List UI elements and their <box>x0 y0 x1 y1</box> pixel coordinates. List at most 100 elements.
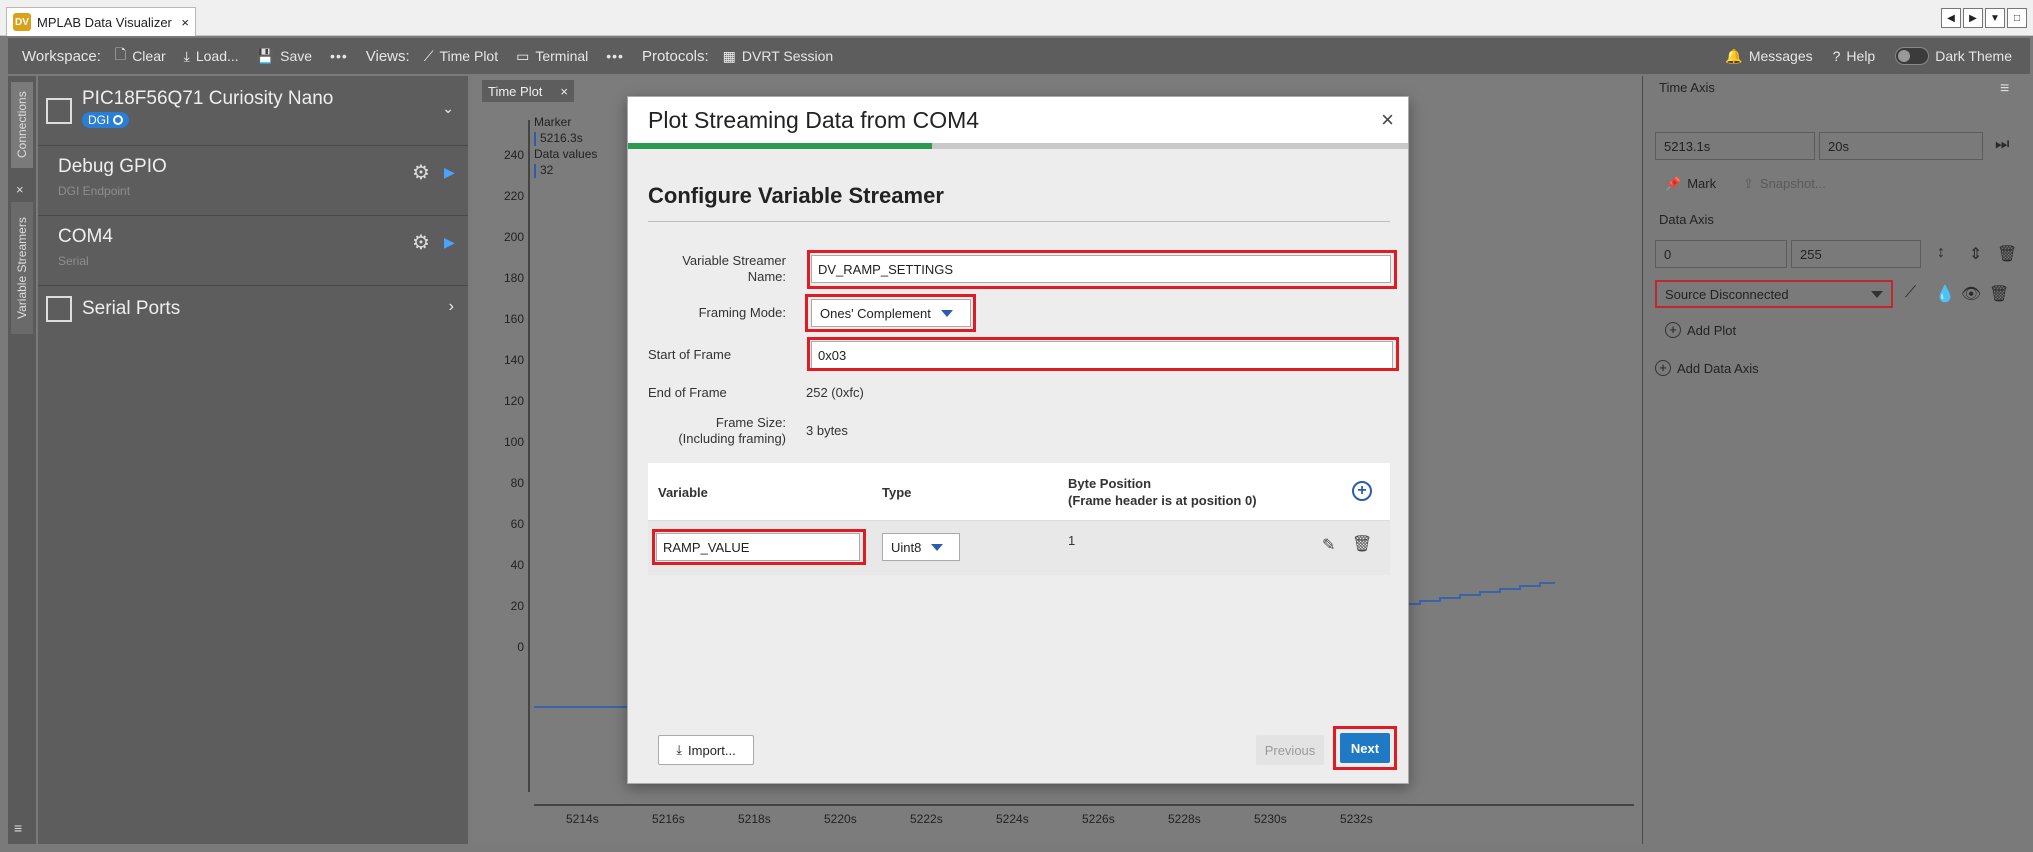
hamburger-menu-icon[interactable]: ≡ <box>2000 80 2009 98</box>
time-plot-tab-close-icon[interactable]: × <box>560 84 568 99</box>
gear-icon[interactable]: ⚙ <box>412 230 430 255</box>
delete-icon[interactable]: 🗑 <box>1997 244 2017 264</box>
data-max-input[interactable]: 255 <box>1791 240 1921 268</box>
delete-icon[interactable]: 🗑 <box>1989 284 2009 304</box>
dvrt-session-button[interactable]: ▦ DVRT Session <box>723 48 834 65</box>
dgi-toggle[interactable]: DGI <box>82 112 130 128</box>
connections-panel: PIC18F56Q71 Curiosity Nano DGI ⌄ Debug G… <box>38 76 468 844</box>
load-icon: ⤓ <box>183 47 190 64</box>
y-axis <box>528 120 530 792</box>
maximize-icon[interactable]: □ <box>2007 8 2027 28</box>
document-icon: 🗋 <box>114 46 127 62</box>
dark-theme-switch[interactable] <box>1895 47 1930 65</box>
help-button[interactable]: ? Help <box>1833 48 1876 64</box>
workspace-more-button[interactable]: ••• <box>330 48 348 64</box>
type-value: Uint8 <box>891 539 922 555</box>
dark-theme-toggle[interactable]: Dark Theme <box>1895 47 2012 65</box>
save-button[interactable]: 💾 Save <box>257 48 312 65</box>
play-icon[interactable]: ▶ <box>444 164 455 181</box>
table-icon: ▦ <box>722 47 736 64</box>
views-more-button[interactable]: ••• <box>606 48 624 64</box>
debug-gpio-title: Debug GPIO <box>58 156 167 177</box>
data-min-input[interactable]: 0 <box>1655 240 1787 268</box>
time-start-input[interactable]: 5213.1s <box>1655 132 1815 160</box>
import-button[interactable]: ⤓ Import... <box>658 735 754 765</box>
y-tick-label: 240 <box>503 148 524 162</box>
y-tick-label: 0 <box>517 640 524 654</box>
time-plot-tab[interactable]: Time Plot × <box>482 80 574 102</box>
device-connection[interactable]: PIC18F56Q71 Curiosity Nano DGI ⌄ <box>38 76 468 146</box>
source-select[interactable]: Source Disconnected <box>1655 280 1893 308</box>
chevron-down-icon[interactable]: ⌄ <box>442 100 454 117</box>
menu-icon[interactable]: ≡ <box>14 820 22 836</box>
app-tab-close-icon[interactable]: × <box>181 15 189 30</box>
snapshot-button[interactable]: ⇪ Snapshot... <box>1743 176 1826 192</box>
streamer-name-label: Variable Streamer Name: <box>682 253 786 284</box>
autoscale-icon[interactable]: ↕ <box>1937 244 1945 262</box>
column-type: Type <box>882 485 912 500</box>
close-variable-streamers-icon[interactable]: × <box>16 182 24 197</box>
type-select[interactable]: Uint8 <box>882 533 960 561</box>
trash-icon[interactable]: 🗑 <box>1352 534 1372 554</box>
scroll-right-icon[interactable]: ▶ <box>1963 8 1983 28</box>
eye-icon[interactable]: 👁 <box>1961 284 1981 304</box>
clear-button[interactable]: 🗋 Clear <box>115 44 166 68</box>
help-icon: ? <box>1832 48 1841 64</box>
com4-connection[interactable]: COM4 Serial ⚙ ▶ <box>38 216 468 286</box>
add-plot-button[interactable]: + Add Plot <box>1665 322 1736 338</box>
table-header: Variable Type Byte Position (Frame heade… <box>648 463 1390 521</box>
debug-gpio-connection[interactable]: Debug GPIO DGI Endpoint ⚙ ▶ <box>38 146 468 216</box>
pencil-icon[interactable]: ✎ <box>1322 535 1335 555</box>
messages-button[interactable]: 🔔 Messages <box>1725 48 1812 65</box>
chevron-down-icon <box>1871 290 1883 298</box>
fast-forward-icon[interactable]: ⏭ <box>1995 136 2009 154</box>
add-variable-icon[interactable]: + <box>1352 481 1372 501</box>
device-icon <box>46 98 72 124</box>
marker-readout: Marker 5216.3s Data values 32 <box>534 114 597 178</box>
add-plot-label: Add Plot <box>1687 322 1737 338</box>
connections-tab[interactable]: Connections <box>11 82 33 168</box>
dropdown-icon[interactable]: ▼ <box>1985 8 2005 28</box>
y-tick-label: 60 <box>510 517 524 531</box>
scroll-left-icon[interactable]: ◀ <box>1941 8 1961 28</box>
frame-size-label-line2: (Including framing) <box>678 431 786 446</box>
highlight-box <box>807 250 1397 289</box>
x-tick-label: 5216s <box>652 812 685 826</box>
gear-icon[interactable]: ⚙ <box>412 160 430 185</box>
line-chart-icon[interactable]: ⟋ <box>1905 284 1916 302</box>
serial-ports-group[interactable]: Serial Ports › <box>38 286 468 332</box>
messages-label: Messages <box>1748 48 1813 64</box>
toggle-icon <box>113 115 124 125</box>
x-tick-label: 5232s <box>1340 812 1373 826</box>
chevron-right-icon[interactable]: › <box>449 298 454 316</box>
data-values-label: Data values <box>534 147 598 161</box>
terminal-view-button[interactable]: ▭ Terminal <box>516 48 588 65</box>
com4-sub: Serial <box>58 254 89 268</box>
save-icon: 💾 <box>256 47 275 64</box>
end-of-frame-value: 252 (0xfc) <box>806 385 864 400</box>
stepper-icon[interactable]: ⇕ <box>1969 244 1982 264</box>
add-data-axis-label: Add Data Axis <box>1677 360 1759 376</box>
timeplot-view-button[interactable]: ⟋ Time Plot <box>424 48 498 65</box>
highlight-box <box>805 294 976 332</box>
frame-size-label: Frame Size: (Including framing) <box>648 415 786 447</box>
load-label: Load... <box>195 48 239 64</box>
app-tab[interactable]: DV MPLAB Data Visualizer × <box>6 7 196 36</box>
play-icon[interactable]: ▶ <box>444 234 455 251</box>
frame-size-label-line1: Frame Size: <box>715 415 786 430</box>
marker-bar <box>534 131 536 146</box>
close-icon[interactable]: × <box>1381 107 1394 133</box>
side-tabs: Connections × Variable Streamers ≡ <box>8 76 36 844</box>
import-label: Import... <box>688 742 736 758</box>
color-drop-icon[interactable]: 💧 <box>1935 284 1955 304</box>
mark-button[interactable]: 📌 Mark <box>1665 176 1716 192</box>
com4-title: COM4 <box>58 226 113 247</box>
load-button[interactable]: ⤓ Load... <box>184 48 239 65</box>
variable-streamers-tab[interactable]: Variable Streamers <box>11 202 33 334</box>
column-variable: Variable <box>658 485 708 500</box>
add-data-axis-button[interactable]: + Add Data Axis <box>1655 360 1759 376</box>
previous-button[interactable]: Previous <box>1256 735 1324 765</box>
time-span-input[interactable]: 20s <box>1819 132 1983 160</box>
pin-icon: 📌 <box>1665 176 1682 191</box>
timeplot-label: Time Plot <box>439 48 499 64</box>
